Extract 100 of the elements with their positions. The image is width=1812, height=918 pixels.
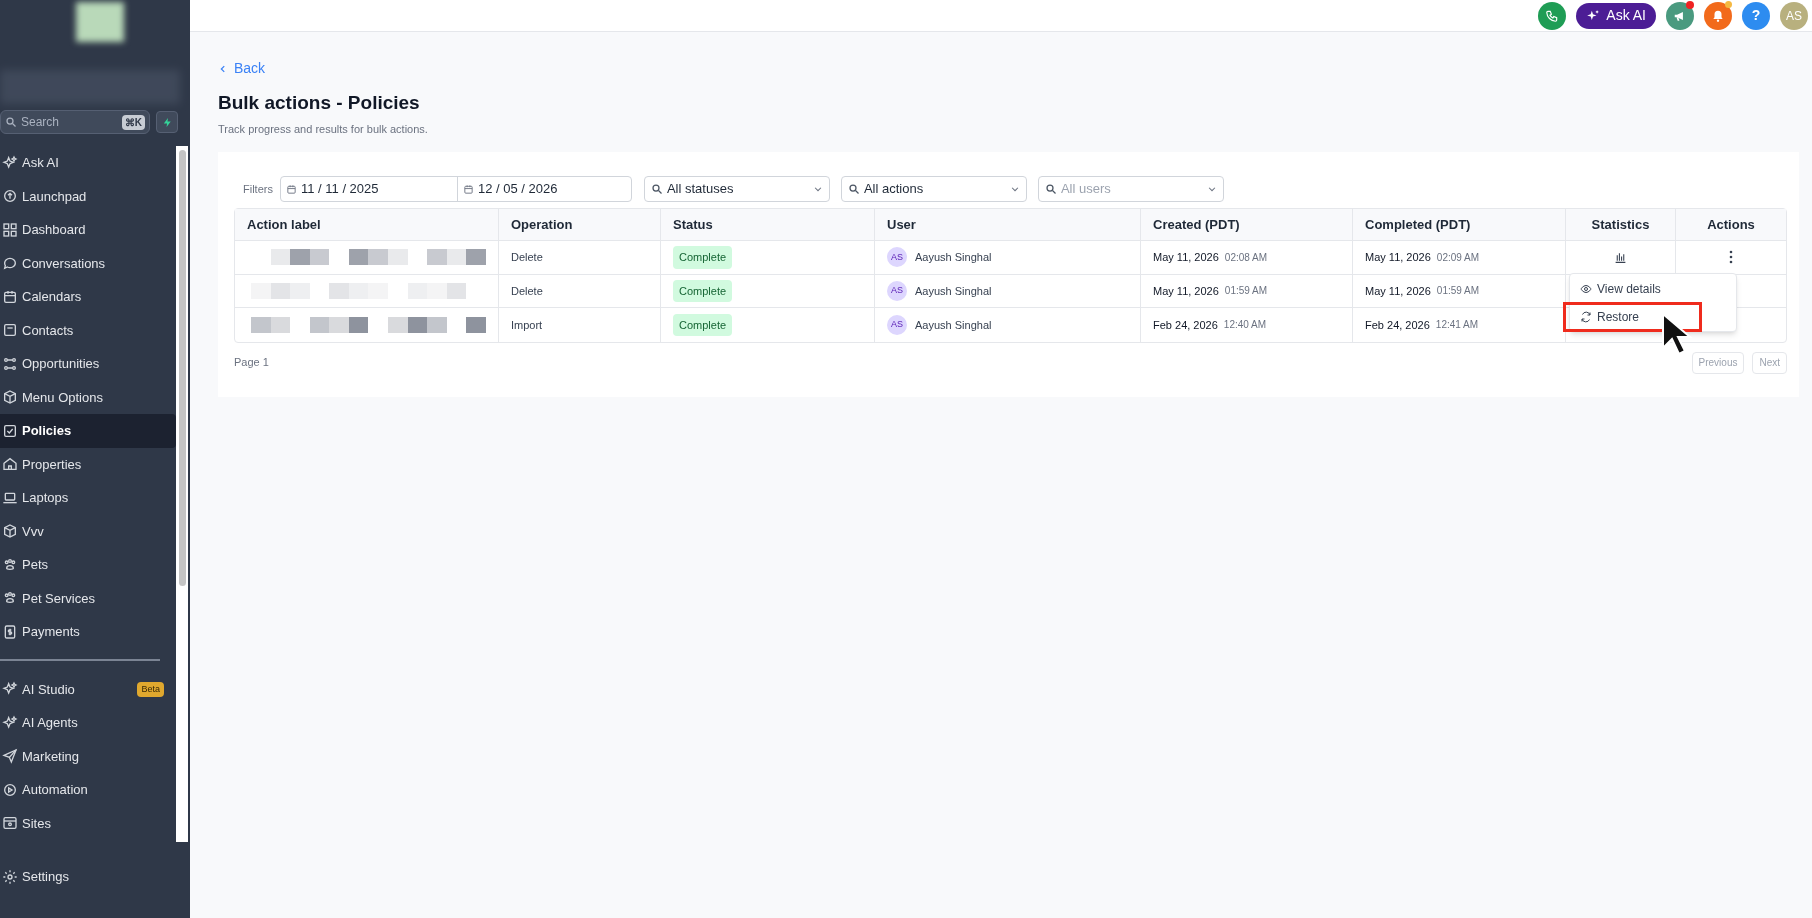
calendar-icon [2, 288, 18, 305]
refresh-icon [1580, 310, 1592, 323]
menu-item[interactable]: Restore [1566, 304, 1700, 329]
action-dropdown[interactable]: All actions [840, 176, 1027, 202]
nodes-icon [2, 355, 18, 372]
sidebar-item[interactable]: Calendars [0, 280, 176, 314]
sidebar-item[interactable]: Opportunities [0, 347, 176, 381]
paw-icon [2, 556, 18, 573]
scrollbar-thumb[interactable] [178, 150, 186, 586]
grid-icon [2, 221, 18, 238]
sidebar-item[interactable]: Dashboard [0, 213, 176, 247]
eye-icon [1580, 282, 1592, 295]
column-header: Created (PDT) [1141, 209, 1353, 240]
sidebar-item[interactable]: Menu Options [0, 380, 176, 414]
menu-item[interactable]: View details [1580, 276, 1661, 301]
sparkle-icon [2, 154, 18, 171]
search-box[interactable]: Search ⌘K [0, 110, 150, 134]
dollar-document-icon [2, 623, 18, 640]
quick-action-button[interactable] [156, 111, 178, 133]
search-icon [5, 116, 17, 128]
sidebar-item[interactable]: Ask AI [0, 146, 176, 180]
shortcut-key: ⌘K [121, 114, 145, 130]
status-badge: Complete [673, 279, 733, 302]
ask-ai-button[interactable]: Ask AI [1576, 2, 1656, 29]
user-avatar: AS [887, 314, 907, 335]
sidebar-item[interactable]: Conversations [0, 246, 176, 280]
column-header: Statistics [1566, 209, 1676, 240]
status-dropdown[interactable]: All statuses [643, 176, 830, 202]
page-subtitle: Track progress and results for bulk actions. [218, 121, 429, 137]
date-text: May 11, 2026 [1153, 250, 1219, 265]
sidebar-item[interactable]: Laptops [0, 481, 176, 515]
sidebar-item[interactable]: Settings [0, 860, 176, 894]
sidebar-item[interactable]: AI Studio Beta [0, 672, 176, 706]
user-avatar: AS [887, 280, 907, 301]
checkbox-icon [2, 422, 18, 439]
calendar-icon [462, 183, 474, 195]
sidebar-item[interactable]: Policies [0, 414, 176, 448]
paper-plane-icon [2, 748, 18, 765]
operation-text: Import [511, 317, 543, 333]
time-text: 12:40 AM [1223, 318, 1267, 333]
card-icon [2, 322, 18, 339]
date-range-field[interactable]: 11 / 11 / 2025 12 / 05 / 2026 [279, 176, 632, 202]
search-icon [847, 183, 860, 195]
sidebar-item[interactable]: Pet Services [0, 581, 176, 615]
column-header: User [875, 209, 1141, 240]
search-field[interactable]: Search [21, 113, 118, 131]
beta-badge: Beta [137, 681, 164, 697]
settings-icon [2, 868, 18, 885]
chat-bubble-icon [2, 255, 18, 272]
status-badge: Complete [673, 246, 733, 269]
time-text: 02:08 AM [1224, 250, 1268, 265]
sidebar-item[interactable]: Pets [0, 548, 176, 582]
blurred-logo [76, 2, 124, 42]
megaphone-button[interactable] [1666, 1, 1694, 30]
page-title: Bulk actions - Policies [218, 91, 421, 115]
search-icon [650, 183, 663, 195]
sidebar-item[interactable]: Marketing [0, 739, 176, 773]
chevron-down-icon [1206, 184, 1217, 194]
phone-button[interactable] [1538, 1, 1567, 30]
date-text: May 11, 2026 [1365, 283, 1431, 299]
start-date: 11 / 11 / 2025 [300, 180, 379, 199]
time-text: 02:09 AM [1436, 250, 1480, 265]
sidebar-item[interactable]: AI Agents [0, 706, 176, 740]
end-date: 12 / 05 / 2026 [477, 180, 558, 199]
user-name: Aayush Singhal [915, 317, 992, 333]
chevron-left-icon [218, 63, 228, 74]
operation-text: Delete [511, 250, 543, 265]
time-text: 01:59 AM [1224, 284, 1268, 299]
more-options-icon[interactable] [1729, 250, 1733, 265]
time-text: 12:41 AM [1435, 318, 1479, 333]
cube-icon [2, 523, 18, 540]
column-header: Operation [499, 209, 661, 240]
date-text: Feb 24, 2026 [1365, 317, 1430, 333]
chevron-down-icon [1009, 184, 1020, 194]
phone-icon [1545, 8, 1560, 23]
column-header: Actions [1706, 215, 1756, 234]
page-indicator: Page 1 [234, 355, 269, 371]
sidebar-item[interactable]: Automation [0, 773, 176, 807]
notifications-button[interactable] [1704, 1, 1732, 30]
date-text: May 11, 2026 [1153, 283, 1219, 299]
bell-icon [1711, 8, 1725, 23]
sidebar-item[interactable]: Launchpad [0, 179, 176, 213]
column-header: Completed (PDT) [1353, 209, 1566, 240]
date-text: May 11, 2026 [1365, 250, 1431, 265]
date-text: Feb 24, 2026 [1153, 317, 1218, 333]
house-icon [2, 456, 18, 473]
operation-text: Delete [511, 283, 543, 299]
time-text: 01:59 AM [1436, 284, 1480, 299]
status-badge: Complete [673, 313, 733, 336]
sidebar-item[interactable]: Vvv [0, 514, 176, 548]
sidebar-item[interactable]: Properties [0, 447, 176, 481]
filters-label: Filters [243, 181, 273, 197]
back-link[interactable]: Back [218, 58, 266, 79]
bar-chart-icon[interactable] [1614, 250, 1627, 264]
sidebar-item[interactable]: Contacts [0, 313, 176, 347]
user-name: Aayush Singhal [915, 250, 992, 265]
sidebar-item[interactable]: Sites [0, 806, 176, 840]
search-icon [1044, 183, 1057, 195]
sidebar-item[interactable]: Payments [0, 615, 176, 649]
chevron-down-icon [812, 184, 823, 194]
